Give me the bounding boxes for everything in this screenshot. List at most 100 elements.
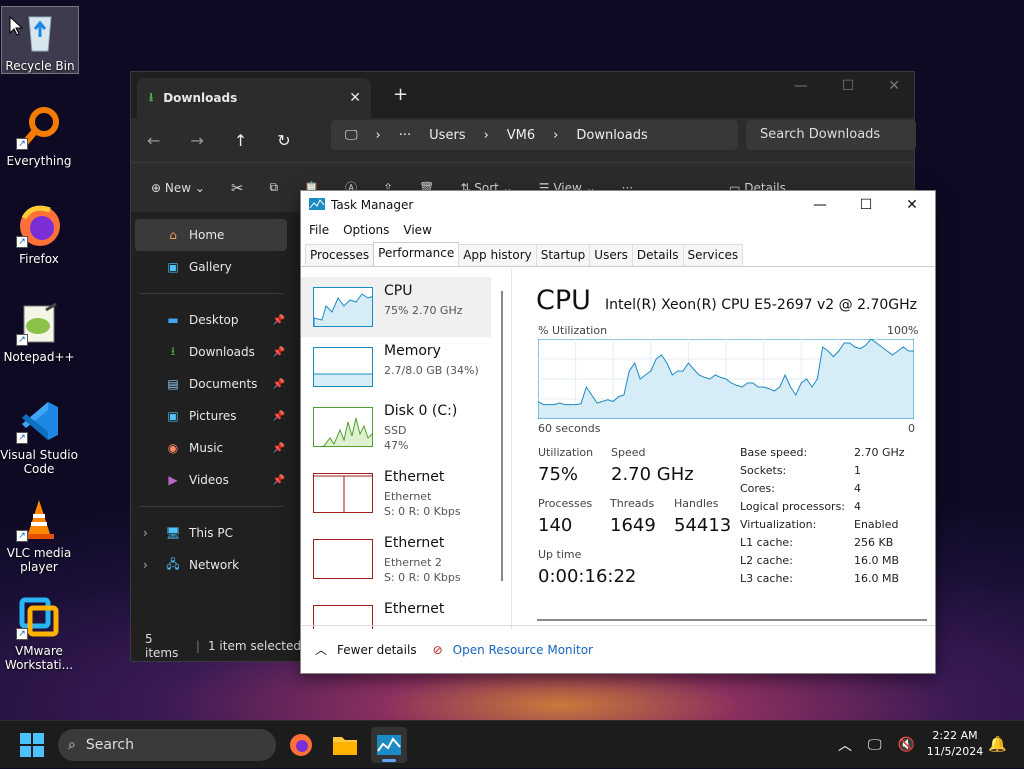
recycle-bin-icon <box>17 9 63 55</box>
resource-list-scrollbar[interactable] <box>501 291 503 581</box>
volume-muted-icon[interactable]: 🔇 <box>898 737 915 753</box>
taskbar-search[interactable]: ⌕ Search <box>58 729 276 761</box>
tab-details[interactable]: Details <box>631 244 684 266</box>
copy-icon[interactable]: ⧉ <box>270 180 279 195</box>
tab-services[interactable]: Services <box>682 244 744 266</box>
sidebar-item-documents[interactable]: ▤ Documents 📌 <box>131 368 291 400</box>
minimize-icon[interactable]: — <box>794 78 808 94</box>
utilization-label: Utilization <box>538 446 594 459</box>
home-icon: ⌂ <box>169 228 177 242</box>
desktop-icon-vlc[interactable]: ↗ VLC media player <box>0 496 78 574</box>
tab-startup[interactable]: Startup <box>535 244 591 266</box>
desktop-icon-firefox[interactable]: ↗ Firefox <box>0 202 78 266</box>
resource-ethernet-2[interactable]: Ethernet Ethernet 2 S: 0 R: 0 Kbps <box>301 531 491 593</box>
menu-file[interactable]: File <box>309 223 329 237</box>
resource-disk[interactable]: Disk 0 (C:) SSD 47% <box>301 399 491 461</box>
pin-icon: 📌 <box>272 346 285 358</box>
fewer-details-button[interactable]: Fewer details <box>337 643 417 657</box>
maximize-icon[interactable]: ☐ <box>842 78 855 94</box>
clock[interactable]: 2:22 AM 11/5/2024 <box>920 728 990 760</box>
computer-icon: 🖥 <box>165 526 181 540</box>
pictures-icon: ▣ <box>167 409 179 423</box>
up-arrow-icon[interactable]: ↑ <box>234 131 247 150</box>
resource-detail: SSD <box>384 424 407 437</box>
firefox-icon <box>290 734 312 756</box>
chevron-right-icon[interactable]: › <box>143 526 148 540</box>
tab-performance[interactable]: Performance <box>373 242 460 266</box>
chevron-right-icon[interactable]: › <box>143 558 148 572</box>
download-arrow-icon: ⭳ <box>149 89 154 104</box>
tab-users[interactable]: Users <box>589 244 633 266</box>
virtualization-value: Enabled <box>854 518 899 531</box>
new-button[interactable]: ⊕ New ⌄ <box>151 181 205 195</box>
new-tab-button[interactable]: + <box>393 84 408 105</box>
sidebar-item-videos[interactable]: ▶ Videos 📌 <box>131 464 291 496</box>
notification-bell-icon[interactable]: 🔔 <box>988 735 1007 753</box>
menu-options[interactable]: Options <box>343 223 389 237</box>
desktop-icon-notepad-plus-plus[interactable]: ↗ Notepad++ <box>0 300 78 364</box>
close-tab-icon[interactable]: ✕ <box>349 90 361 106</box>
breadcrumb-downloads[interactable]: Downloads <box>576 128 647 143</box>
download-arrow-icon: ⭳ <box>170 343 176 358</box>
sidebar-item-network[interactable]: › 🖧 Network <box>131 549 291 581</box>
cores-label: Cores: <box>740 482 775 495</box>
tab-app-history[interactable]: App history <box>458 244 537 266</box>
close-icon[interactable]: ✕ <box>888 78 900 94</box>
sidebar-item-gallery[interactable]: ▣ Gallery <box>131 251 291 283</box>
search-input[interactable]: Search Downloads <box>746 120 916 150</box>
address-overflow[interactable]: ··· <box>399 128 411 143</box>
max-axis-label: 100% <box>887 324 919 337</box>
sidebar-item-this-pc[interactable]: › 🖥 This PC <box>131 517 291 549</box>
sidebar-item-pictures[interactable]: ▣ Pictures 📌 <box>131 400 291 432</box>
windows-start-icon[interactable] <box>20 733 44 760</box>
sockets-label: Sockets: <box>740 464 787 477</box>
menu-bar: File Options View <box>301 219 935 241</box>
sidebar-item-downloads[interactable]: ⭳ Downloads 📌 <box>131 336 291 368</box>
desktop-icon-vscode[interactable]: ↗ Visual Studio Code <box>0 398 78 476</box>
resource-name: Ethernet <box>384 469 445 485</box>
task-manager-window[interactable]: Task Manager — ☐ ✕ File Options View Pro… <box>300 190 936 674</box>
maximize-icon[interactable]: ☐ <box>843 191 889 219</box>
resource-cpu[interactable]: CPU 75% 2.70 GHz <box>301 277 491 337</box>
refresh-icon[interactable]: ↻ <box>277 131 290 150</box>
l3-cache-label: L3 cache: <box>740 572 793 585</box>
shortcut-arrow-icon: ↗ <box>16 138 28 150</box>
vscode-icon: ↗ <box>16 398 62 444</box>
menu-view[interactable]: View <box>403 223 431 237</box>
tab-downloads[interactable]: ⭳ Downloads ✕ <box>137 78 371 118</box>
resource-memory[interactable]: Memory 2.7/8.0 GB (34%) <box>301 339 491 401</box>
desktop-icon-everything[interactable]: ↗ Everything <box>0 104 78 168</box>
cut-icon[interactable]: ✂ <box>231 179 244 197</box>
shortcut-arrow-icon: ↗ <box>16 628 28 640</box>
breadcrumb-users[interactable]: Users <box>429 128 465 143</box>
minimize-icon[interactable]: — <box>797 191 843 219</box>
address-bar[interactable]: 🖵 › ··· Users › VM6 › Downloads <box>331 120 738 150</box>
back-arrow-icon[interactable]: ← <box>147 131 160 150</box>
breadcrumb-vm6[interactable]: VM6 <box>507 128 535 143</box>
chevron-up-icon[interactable]: ︿ <box>838 735 852 755</box>
open-resource-monitor-link[interactable]: Open Resource Monitor <box>453 643 593 657</box>
resource-usage: 47% <box>384 439 409 452</box>
taskbar-file-explorer[interactable] <box>327 727 363 763</box>
resource-ethernet-1[interactable]: Ethernet Ethernet S: 0 R: 0 Kbps <box>301 465 491 527</box>
taskbar: ⌕ Search ︿ 🖵 🔇 2:22 AM 11/5/2024 🔔 <box>0 720 1024 768</box>
sidebar-item-home[interactable]: ⌂ Home <box>135 219 287 251</box>
chevron-up-icon[interactable]: ︿ <box>315 641 327 658</box>
forward-arrow-icon[interactable]: → <box>190 131 203 150</box>
base-speed-value: 2.70 GHz <box>854 446 905 459</box>
desktop-icon-label: VMware Workstati... <box>4 644 74 672</box>
horizontal-scrollbar[interactable] <box>537 619 927 621</box>
sidebar-item-desktop[interactable]: ▬ Desktop 📌 <box>131 304 291 336</box>
sidebar-item-music[interactable]: ◉ Music 📌 <box>131 432 291 464</box>
close-icon[interactable]: ✕ <box>889 191 935 219</box>
threads-label: Threads <box>610 497 655 510</box>
taskbar-task-manager[interactable] <box>371 727 407 763</box>
resource-list: CPU 75% 2.70 GHz Memory 2.7/8.0 GB (34%)… <box>301 269 511 629</box>
taskbar-firefox[interactable] <box>283 727 319 763</box>
network-icon: 🖧 <box>166 556 180 571</box>
network-monitor-icon[interactable]: 🖵 <box>868 737 882 753</box>
tab-processes[interactable]: Processes <box>305 244 375 266</box>
desktop-icon-vmware[interactable]: ↗ VMware Workstati... <box>0 594 78 672</box>
cpu-model: Intel(R) Xeon(R) CPU E5-2697 v2 @ 2.70GH… <box>605 297 917 313</box>
new-label: New <box>164 180 192 195</box>
